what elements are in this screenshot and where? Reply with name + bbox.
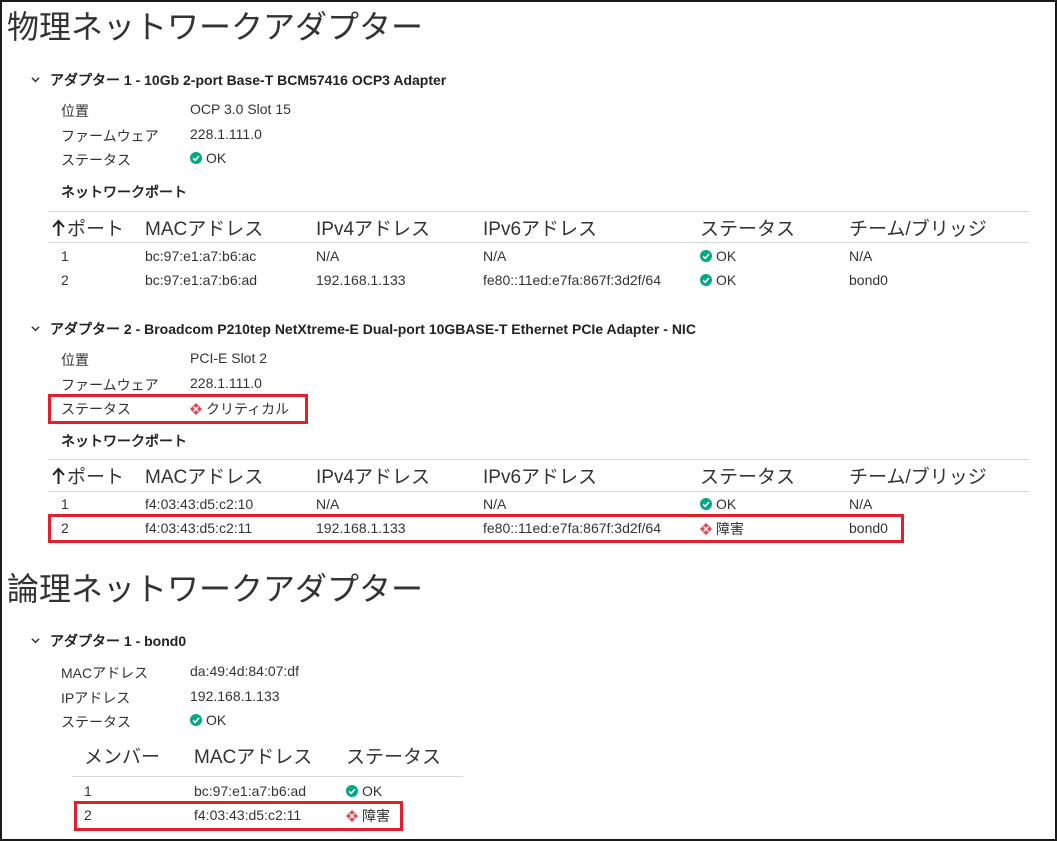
arrow-up-icon <box>52 467 65 484</box>
col-status-header[interactable]: ステータス <box>700 462 795 489</box>
col-team-header[interactable]: チーム/ブリッジ <box>849 462 987 489</box>
col-ipv4-header[interactable]: IPv4アドレス <box>316 462 430 489</box>
table-divider <box>48 242 1029 243</box>
firmware-label: ファームウェア <box>61 128 159 144</box>
mac-label: MACアドレス <box>61 665 149 681</box>
status-label: ステータス <box>61 714 131 730</box>
highlight-box <box>48 394 308 424</box>
ports-title: ネットワークポート <box>61 184 187 200</box>
highlight-box <box>48 514 904 543</box>
col-mac-header[interactable]: MACアドレス <box>145 214 263 241</box>
chevron-down-icon <box>31 326 40 332</box>
firmware-label: ファームウェア <box>61 377 159 393</box>
col-member-header[interactable]: メンバー <box>84 742 160 769</box>
logical-section-title: 論理ネットワークアダプター <box>7 571 424 607</box>
col-status-header[interactable]: ステータス <box>700 214 795 241</box>
highlight-box <box>74 801 403 831</box>
col-port-header[interactable]: ポート <box>52 214 124 241</box>
col-mac-header[interactable]: MACアドレス <box>194 742 312 769</box>
ports-title: ネットワークポート <box>61 433 187 449</box>
table-divider <box>48 491 1029 492</box>
adapter-2-title: アダプター 2 - Broadcom P210tep NetXtreme-E D… <box>50 321 696 337</box>
check-circle-icon <box>700 250 712 262</box>
table-divider <box>48 459 1029 460</box>
status-label: ステータス <box>61 152 131 168</box>
status-value: OK <box>190 150 226 166</box>
table-divider <box>72 776 463 777</box>
ip-value: 192.168.1.133 <box>190 688 280 704</box>
chevron-down-icon <box>31 77 40 83</box>
ip-label: IPアドレス <box>61 690 131 706</box>
firmware-value: 228.1.111.0 <box>190 375 262 391</box>
col-team-header[interactable]: チーム/ブリッジ <box>849 214 987 241</box>
chevron-down-icon <box>31 638 40 644</box>
logical-adapter-1-title: アダプター 1 - bond0 <box>50 633 187 649</box>
col-status-header[interactable]: ステータス <box>346 742 441 769</box>
adapter-1-title: アダプター 1 - 10Gb 2-port Base-T BCM57416 OC… <box>50 72 447 88</box>
arrow-up-icon <box>52 219 65 236</box>
mac-value: da:49:4d:84:07:df <box>190 663 299 679</box>
firmware-value: 228.1.111.0 <box>190 126 262 142</box>
col-ipv6-header[interactable]: IPv6アドレス <box>483 214 597 241</box>
table-divider <box>48 211 1029 212</box>
status-value: OK <box>190 712 226 728</box>
check-circle-icon <box>700 498 712 510</box>
physical-section-title: 物理ネットワークアダプター <box>7 9 424 45</box>
logical-adapter-1-header[interactable]: アダプター 1 - bond0 <box>31 631 186 651</box>
col-ipv4-header[interactable]: IPv4アドレス <box>316 214 430 241</box>
col-ipv6-header[interactable]: IPv6アドレス <box>483 462 597 489</box>
location-label: 位置 <box>61 103 89 119</box>
adapter-1-header[interactable]: アダプター 1 - 10Gb 2-port Base-T BCM57416 OC… <box>31 70 446 90</box>
check-circle-icon <box>346 785 358 797</box>
location-value: OCP 3.0 Slot 15 <box>190 101 291 117</box>
col-port-header[interactable]: ポート <box>52 462 124 489</box>
col-mac-header[interactable]: MACアドレス <box>145 462 263 489</box>
adapter-2-header[interactable]: アダプター 2 - Broadcom P210tep NetXtreme-E D… <box>31 319 696 339</box>
check-circle-icon <box>190 714 202 726</box>
location-label: 位置 <box>61 352 89 368</box>
location-value: PCI-E Slot 2 <box>190 350 268 366</box>
check-circle-icon <box>700 274 712 286</box>
check-circle-icon <box>190 152 202 164</box>
